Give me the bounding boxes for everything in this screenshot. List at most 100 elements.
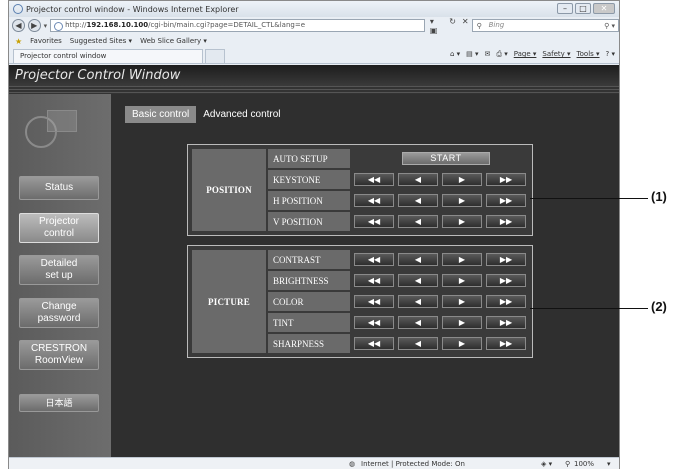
zone-settings-icon[interactable]: ◈ ▾ — [541, 460, 552, 468]
mail-icon[interactable]: ✉ — [485, 50, 491, 59]
favorites-star-icon: ★ — [15, 36, 23, 46]
color-decrease-button[interactable]: ◀ — [398, 295, 438, 308]
print-icon[interactable]: ⎙ ▾ — [496, 50, 507, 59]
window-title: Projector control window - Windows Inter… — [26, 4, 239, 14]
help-icon[interactable]: ? ▾ — [606, 50, 615, 59]
color-fast-decrease-button[interactable]: ◀◀ — [354, 295, 394, 308]
page-title: Projector Control Window — [9, 65, 619, 86]
auto-setup-start-button[interactable]: START — [402, 152, 490, 165]
h-position-increase-button[interactable]: ▶ — [442, 194, 482, 207]
globe-icon: ◍ — [349, 460, 356, 468]
back-icon[interactable]: ◀ — [12, 19, 25, 32]
logo-icon — [25, 110, 85, 150]
nav-crestron-roomview-button[interactable]: CRESTRON RoomView — [19, 340, 99, 370]
v-position-fast-increase-button[interactable]: ▶▶ — [486, 215, 526, 228]
callout-2: (2) — [651, 299, 667, 314]
sharpness-decrease-button[interactable]: ◀ — [398, 337, 438, 350]
nav-japanese-button[interactable]: 日本語 — [19, 394, 99, 412]
forward-icon[interactable]: ▶ — [27, 19, 41, 32]
brightness-label: BRIGHTNESS — [268, 271, 350, 290]
v-position-decrease-button[interactable]: ◀ — [398, 215, 438, 228]
tint-fast-decrease-button[interactable]: ◀◀ — [354, 316, 394, 329]
contrast-fast-decrease-button[interactable]: ◀◀ — [354, 253, 394, 266]
sharpness-increase-button[interactable]: ▶ — [442, 337, 482, 350]
home-icon[interactable]: ⌂ ▾ — [450, 50, 460, 59]
address-field[interactable]: http://192.168.10.100/cgi-bin/main.cgi?p… — [50, 19, 425, 32]
contrast-label: CONTRAST — [268, 250, 350, 269]
sharpness-buttons: ◀◀ ◀ ▶ ▶▶ — [354, 337, 526, 350]
color-label: COLOR — [268, 292, 350, 311]
status-bar: ◍ Internet | Protected Mode: On ◈ ▾ ⚲ 10… — [9, 457, 619, 469]
main-content: Basic control Advanced control POSITION … — [111, 94, 619, 457]
sidebar: Status Projector control Detailed set up… — [9, 94, 111, 457]
picture-group: PICTURE CONTRAST ◀◀ ◀ ▶ ▶▶ BRIGHTNESS ◀◀ — [187, 245, 533, 358]
h-position-decrease-button[interactable]: ◀ — [398, 194, 438, 207]
web-slice-gallery-link[interactable]: Web Slice Gallery ▾ — [140, 37, 207, 45]
close-button[interactable]: ✕ — [593, 3, 615, 14]
search-go-icon[interactable]: ⚲ ▾ — [604, 21, 615, 32]
color-fast-increase-button[interactable]: ▶▶ — [486, 295, 526, 308]
v-position-increase-button[interactable]: ▶ — [442, 215, 482, 228]
contrast-increase-button[interactable]: ▶ — [442, 253, 482, 266]
keystone-fast-decrease-button[interactable]: ◀◀ — [354, 173, 394, 186]
tint-increase-button[interactable]: ▶ — [442, 316, 482, 329]
title-bar: Projector control window - Windows Inter… — [9, 1, 619, 17]
tint-buttons: ◀◀ ◀ ▶ ▶▶ — [354, 316, 526, 329]
nav-status-button[interactable]: Status — [19, 176, 99, 200]
minimize-button[interactable]: – — [557, 3, 573, 14]
command-bar: ⌂ ▾ ▤ ▾ ✉ ⎙ ▾ Page ▾ Safety ▾ Tools ▾ ? … — [450, 50, 615, 59]
h-position-label: H POSITION — [268, 191, 350, 210]
search-input[interactable]: ⚲ Bing ⚲ ▾ — [471, 19, 619, 32]
zoom-dropdown-icon[interactable]: ▾ — [607, 460, 611, 468]
nav-change-password-button[interactable]: Change password — [19, 298, 99, 328]
nav-detailed-setup-button[interactable]: Detailed set up — [19, 255, 99, 285]
brightness-increase-button[interactable]: ▶ — [442, 274, 482, 287]
v-position-label: V POSITION — [268, 212, 350, 231]
keystone-buttons: ◀◀ ◀ ▶ ▶▶ — [354, 173, 526, 186]
address-tools: ▾ ▣ ↻ ✕ — [430, 17, 469, 35]
browser-window: Projector control window - Windows Inter… — [8, 0, 620, 469]
callout-1: (1) — [651, 189, 667, 204]
position-group-label: POSITION — [192, 149, 266, 231]
h-position-fast-decrease-button[interactable]: ◀◀ — [354, 194, 394, 207]
keystone-label: KEYSTONE — [268, 170, 350, 189]
page-menu[interactable]: Page ▾ — [514, 50, 537, 59]
brightness-buttons: ◀◀ ◀ ▶ ▶▶ — [354, 274, 526, 287]
nav-projector-control-button[interactable]: Projector control — [19, 213, 99, 243]
tint-decrease-button[interactable]: ◀ — [398, 316, 438, 329]
sharpness-fast-decrease-button[interactable]: ◀◀ — [354, 337, 394, 350]
feeds-icon[interactable]: ▤ ▾ — [466, 50, 478, 59]
contrast-decrease-button[interactable]: ◀ — [398, 253, 438, 266]
suggested-sites-link[interactable]: Suggested Sites ▾ — [70, 37, 132, 45]
web-page: Projector Control Window Status Projecto… — [9, 65, 619, 457]
tint-fast-increase-button[interactable]: ▶▶ — [486, 316, 526, 329]
keystone-decrease-button[interactable]: ◀ — [398, 173, 438, 186]
ie-icon — [13, 4, 23, 14]
sharpness-label: SHARPNESS — [268, 334, 350, 353]
zoom-level[interactable]: 100% — [574, 460, 594, 468]
sharpness-fast-increase-button[interactable]: ▶▶ — [486, 337, 526, 350]
new-tab-button[interactable] — [205, 49, 225, 63]
brightness-fast-increase-button[interactable]: ▶▶ — [486, 274, 526, 287]
h-position-fast-increase-button[interactable]: ▶▶ — [486, 194, 526, 207]
maximize-button[interactable]: □ — [575, 3, 591, 14]
refresh-icon[interactable]: ↻ — [449, 17, 456, 35]
keystone-increase-button[interactable]: ▶ — [442, 173, 482, 186]
browser-tab[interactable]: Projector control window — [13, 49, 203, 63]
dropdown-icon[interactable]: ▾ — [44, 22, 48, 30]
brightness-decrease-button[interactable]: ◀ — [398, 274, 438, 287]
stop-icon[interactable]: ✕ — [462, 17, 469, 35]
address-bar-row: ◀ ▶ ▾ http://192.168.10.100/cgi-bin/main… — [9, 17, 619, 35]
favorites-button[interactable]: Favorites — [30, 37, 62, 45]
safety-menu[interactable]: Safety ▾ — [542, 50, 570, 59]
keystone-fast-increase-button[interactable]: ▶▶ — [486, 173, 526, 186]
tools-menu[interactable]: Tools ▾ — [577, 50, 600, 59]
tab-advanced-control[interactable]: Advanced control — [196, 106, 287, 123]
contrast-fast-increase-button[interactable]: ▶▶ — [486, 253, 526, 266]
tint-label: TINT — [268, 313, 350, 332]
tab-basic-control[interactable]: Basic control — [125, 106, 197, 123]
v-position-fast-decrease-button[interactable]: ◀◀ — [354, 215, 394, 228]
compat-icon[interactable]: ▾ ▣ — [430, 17, 443, 35]
brightness-fast-decrease-button[interactable]: ◀◀ — [354, 274, 394, 287]
color-increase-button[interactable]: ▶ — [442, 295, 482, 308]
